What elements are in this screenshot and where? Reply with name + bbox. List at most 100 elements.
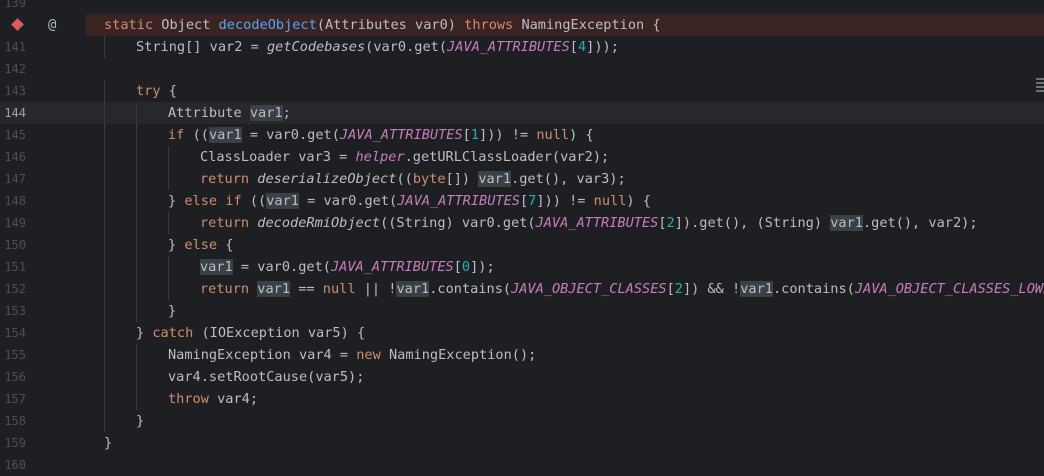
line-number[interactable]: 155	[0, 344, 26, 366]
code-line[interactable]: 141 String[] var2 = getCodebases(var0.get…	[0, 36, 1044, 58]
code-token: if	[168, 127, 193, 143]
code-token: ((	[192, 127, 209, 143]
code-line[interactable]: 152 return var1 == null || !var1.contains…	[0, 278, 1044, 300]
code-line[interactable]: 157 throw var4;	[0, 388, 1044, 410]
code-token: || !	[355, 281, 397, 297]
code-line[interactable]: 155 NamingException var4 = new NamingExce…	[0, 344, 1044, 366]
line-number[interactable]: 139	[0, 0, 26, 14]
line-number[interactable]: 146	[0, 146, 26, 168]
indent-guide	[104, 344, 105, 366]
code-line[interactable]: 154 } catch (IOException var5) {	[0, 322, 1044, 344]
code-line[interactable]: 149 return decodeRmiObject((String) var0.…	[0, 212, 1044, 234]
indent-guide	[168, 256, 169, 278]
code-text[interactable]: static Object decodeObject(Attributes va…	[104, 14, 661, 36]
line-number[interactable]: 158	[0, 410, 26, 432]
code-token: ;	[282, 105, 291, 121]
code-text[interactable]: NamingException var4 = new NamingExcepti…	[168, 344, 536, 366]
line-number[interactable]: 147	[0, 168, 26, 190]
code-text[interactable]: }	[168, 300, 176, 322]
code-line[interactable]: 148 } else if ((var1 = var0.get(JAVA_ATTR…	[0, 190, 1044, 212]
line-number[interactable]: 142	[0, 58, 26, 80]
indent-guide	[104, 300, 105, 322]
breakpoint-diamond-icon[interactable]	[11, 14, 25, 36]
code-line[interactable]: 143 try {	[0, 80, 1044, 102]
code-token: [	[462, 127, 471, 143]
code-line[interactable]: 139	[0, 0, 1044, 14]
code-line[interactable]: 160	[0, 454, 1044, 476]
code-token: var1	[396, 281, 430, 297]
code-token: .get(), var2);	[862, 215, 978, 231]
code-text[interactable]: return var1 == null || !var1.contains(JA…	[200, 278, 1044, 300]
code-editor[interactable]: 139 @ static Object decodeObject(Attribute…	[0, 0, 1044, 472]
code-text[interactable]: } catch (IOException var5) {	[136, 322, 365, 344]
line-number[interactable]: 151	[0, 256, 26, 278]
code-token: .getURLClassLoader(var2);	[404, 149, 610, 165]
code-token: Object	[161, 17, 219, 33]
code-text[interactable]: if ((var1 = var0.get(JAVA_ATTRIBUTES[1])…	[168, 124, 594, 146]
line-number[interactable]: 154	[0, 322, 26, 344]
code-token: var4.setRootCause(var5);	[168, 369, 365, 385]
code-token: getCodebases	[266, 39, 366, 55]
code-line[interactable]: 142	[0, 58, 1044, 80]
code-token: = var0.get(	[241, 127, 340, 143]
code-text[interactable]: } else if ((var1 = var0.get(JAVA_ATTRIBU…	[168, 190, 651, 212]
indent-guide	[104, 190, 105, 212]
code-token: deserializeObject	[257, 171, 397, 187]
code-token: JAVA_OBJECT_CLASSES	[511, 281, 667, 297]
line-number[interactable]: 144	[0, 102, 26, 124]
code-token: 0	[461, 259, 471, 275]
line-number[interactable]: 152	[0, 278, 26, 300]
code-line[interactable]: 159}	[0, 432, 1044, 454]
code-line[interactable]: 153}	[0, 300, 1044, 322]
code-text[interactable]: var1 = var0.get(JAVA_ATTRIBUTES[0]);	[200, 256, 495, 278]
code-text[interactable]: } else {	[168, 234, 233, 256]
line-number[interactable]: 141	[0, 36, 26, 58]
code-token: JAVA_ATTRIBUTES	[447, 39, 570, 55]
code-token: = var0.get(	[298, 193, 398, 209]
code-line[interactable]: 158}	[0, 410, 1044, 432]
scrollbar-markers[interactable]	[1036, 78, 1044, 94]
at-sign-icon[interactable]: @	[48, 14, 56, 36]
line-number[interactable]: 156	[0, 366, 26, 388]
code-text[interactable]: return deserializeObject((byte[]) var1.g…	[200, 168, 626, 190]
code-line[interactable]: 147 return deserializeObject((byte[]) var…	[0, 168, 1044, 190]
code-line[interactable]: 145 if ((var1 = var0.get(JAVA_ATTRIBUTES[…	[0, 124, 1044, 146]
code-line[interactable]: 156 var4.setRootCause(var5);	[0, 366, 1044, 388]
code-token: JAVA_ATTRIBUTES	[535, 215, 659, 231]
line-number[interactable]: 143	[0, 80, 26, 102]
code-text[interactable]: }	[136, 410, 144, 432]
code-text[interactable]: var4.setRootCause(var5);	[168, 366, 364, 388]
code-token: }	[168, 193, 185, 209]
indent-guide	[136, 212, 137, 234]
line-number[interactable]: 150	[0, 234, 26, 256]
scroll-marker	[1036, 78, 1044, 80]
code-text[interactable]: ClassLoader var3 = helper.getURLClassLoa…	[200, 146, 609, 168]
code-line[interactable]: 144 Attribute var1;	[0, 102, 1044, 124]
code-text[interactable]: return decodeRmiObject((String) var0.get…	[200, 212, 978, 234]
line-number[interactable]: 149	[0, 212, 26, 234]
code-text[interactable]: try {	[136, 80, 177, 102]
scroll-marker	[1036, 82, 1044, 84]
line-number[interactable]: 145	[0, 124, 26, 146]
line-number[interactable]: 159	[0, 432, 26, 454]
line-number[interactable]: 160	[0, 454, 26, 476]
code-text[interactable]: }	[104, 432, 112, 454]
code-token: null	[536, 127, 570, 143]
line-number[interactable]: 148	[0, 190, 26, 212]
code-text[interactable]: Attribute var1;	[168, 102, 291, 124]
code-token: var4;	[217, 391, 259, 407]
code-token: .get(), var3);	[511, 171, 626, 187]
code-text[interactable]: throw var4;	[168, 388, 258, 410]
code-text[interactable]: String[] var2 = getCodebases(var0.get(JA…	[136, 36, 619, 58]
code-line[interactable]: 151 var1 = var0.get(JAVA_ATTRIBUTES[0]);	[0, 256, 1044, 278]
code-line[interactable]: 146 ClassLoader var3 = helper.getURLClass…	[0, 146, 1044, 168]
code-line[interactable]: 150 } else {	[0, 234, 1044, 256]
code-token: var1	[249, 105, 283, 121]
code-token: var1	[200, 259, 233, 275]
line-number[interactable]: 153	[0, 300, 26, 322]
indent-guide	[136, 190, 137, 212]
line-number[interactable]: 157	[0, 388, 26, 410]
code-token: JAVA_ATTRIBUTES	[330, 259, 454, 275]
code-token: ) {	[626, 193, 651, 209]
code-line[interactable]: @ static Object decodeObject(Attributes v…	[0, 14, 1044, 36]
